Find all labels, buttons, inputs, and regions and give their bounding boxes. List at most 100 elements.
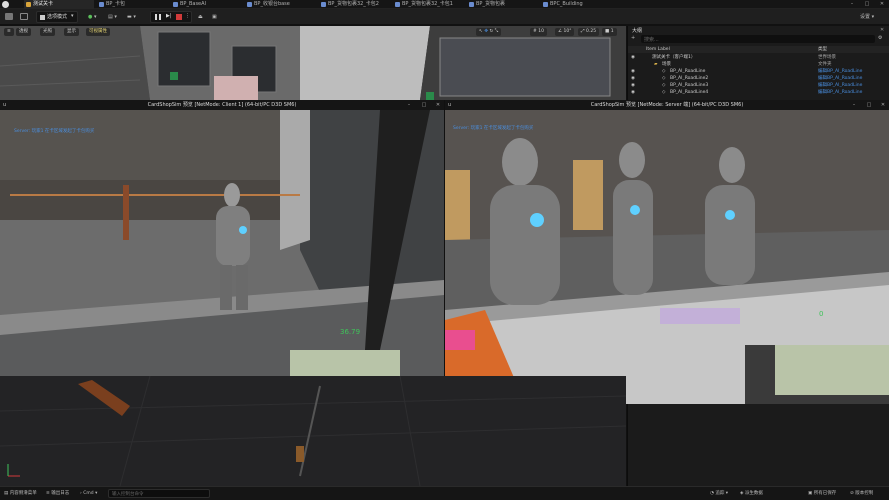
- tab-bpc-building[interactable]: BPC_Building: [541, 0, 613, 9]
- version-control-button[interactable]: ⊘ 版本控制: [850, 490, 873, 498]
- close-panel-icon[interactable]: ✕: [880, 27, 884, 33]
- outliner-row[interactable]: ◉ ◇ BP_AI_RoadLine3 编辑BP_AI_RoadLine: [628, 82, 889, 89]
- pause-icon[interactable]: [155, 14, 161, 20]
- outliner-row[interactable]: ◉ 测试关卡（客户端1） 世界场景: [628, 54, 889, 61]
- actor-icon: ◇: [662, 83, 666, 88]
- server-maximize-button[interactable]: □: [864, 100, 874, 110]
- minimize-button[interactable]: –: [845, 0, 859, 9]
- server-scene-art: [445, 110, 889, 404]
- blueprint-icon: [173, 2, 178, 7]
- blueprint-icon: [543, 2, 548, 7]
- rotate-tool-icon: ↻: [489, 29, 494, 34]
- close-button[interactable]: ✕: [875, 0, 889, 9]
- client-game-view[interactable]: Server: 玩家1 在卡区域发起了卡包购买 36.79: [0, 110, 444, 376]
- client-minimize-button[interactable]: –: [404, 100, 414, 110]
- camera-speed[interactable]: ■ 1: [602, 28, 617, 36]
- outliner-row[interactable]: ◉ ◇ BP_AI_RoadLine2 编辑BP_AI_RoadLine: [628, 75, 889, 82]
- select-mode-icon: [40, 15, 45, 20]
- unreal-logo-icon: [2, 1, 9, 8]
- mode-select[interactable]: 选项模式 ▾: [36, 11, 78, 23]
- visibility-eye-icon[interactable]: ◉: [631, 54, 635, 61]
- settings-gear-icon[interactable]: ⚙: [878, 35, 882, 41]
- blueprint-menu-icon: ▤: [108, 14, 113, 20]
- cmd-select[interactable]: › Cmd ▾: [80, 490, 97, 498]
- level-viewport-scene: [0, 26, 626, 100]
- client-close-button[interactable]: ✕: [433, 100, 443, 110]
- move-tool-icon: ✥: [484, 29, 488, 34]
- server-preview-window[interactable]: u CardShopSim 预览 [NetMode: Server 端] (64…: [445, 100, 889, 404]
- title-bar: 测试关卡 BP_卡包 BP_BaseAI BP_收银台base BP_货物包裹3…: [0, 0, 889, 9]
- visibility-eye-icon[interactable]: ◉: [631, 75, 635, 82]
- cinematics-icon: ▬: [127, 14, 132, 20]
- drawer-icon: ▤: [4, 491, 9, 496]
- tab-bp-cardpack[interactable]: BP_卡包: [97, 0, 169, 9]
- server-minimize-button[interactable]: –: [849, 100, 859, 110]
- visibility-button[interactable]: 可视属性: [86, 28, 110, 36]
- trace-button[interactable]: ◔ 追踪 ▾: [710, 490, 728, 498]
- details-panel: [627, 404, 889, 486]
- blueprint-icon: [321, 2, 326, 7]
- rotation-snap[interactable]: ∠ 10°: [555, 28, 575, 36]
- server-close-button[interactable]: ✕: [878, 100, 888, 110]
- main-toolbar: 选项模式 ▾ ● ▾ ▤ ▾ ▬ ▾ ▶| ⋮ ⏏ ▣ 设置 ▾: [0, 9, 889, 25]
- client-preview-window[interactable]: u CardShopSim 预览 [NetMode: Client 1] (64…: [0, 100, 444, 376]
- tab-level[interactable]: 测试关卡: [24, 0, 94, 9]
- lit-button[interactable]: 光照: [40, 28, 55, 36]
- add-actor-button[interactable]: ● ▾: [88, 12, 96, 22]
- platforms-icon: ▣: [212, 14, 217, 20]
- chevron-down-icon: ▾: [71, 13, 74, 19]
- server-hud-message: Server: 玩家1 在卡区域发起了卡包购买: [453, 126, 534, 131]
- outliner-row[interactable]: ◉ ◇ BP_AI_RoadLine4 编辑BP_AI_RoadLine: [628, 89, 889, 96]
- tab-bp-parcel2[interactable]: BP_货物包裹32_卡包2: [319, 0, 391, 9]
- outliner-row[interactable]: ▰ 场景 文件夹: [628, 61, 889, 68]
- bottom-level-viewport[interactable]: [0, 376, 626, 486]
- show-button[interactable]: 显示: [64, 28, 79, 36]
- client-window-title: u CardShopSim 预览 [NetMode: Client 1] (64…: [0, 100, 444, 110]
- trace-icon: ◔: [710, 491, 714, 496]
- derived-data-button[interactable]: ◈ 派生数据: [740, 490, 763, 498]
- outliner-search-input[interactable]: 搜索...: [641, 35, 875, 43]
- tab-bp-parcel[interactable]: BP_货物包裹: [467, 0, 539, 9]
- ue-small-icon: u: [448, 102, 452, 108]
- perspective-button[interactable]: 透视: [16, 28, 31, 36]
- console-command-input[interactable]: 输入控制台命令: [108, 489, 210, 498]
- cinematics-button[interactable]: ▬ ▾: [127, 12, 136, 22]
- platforms-button[interactable]: ▣: [212, 12, 217, 22]
- grid-snap[interactable]: # 10: [530, 28, 547, 36]
- content-browser-icon[interactable]: [20, 13, 28, 20]
- server-game-view[interactable]: Server: 玩家1 在卡区域发起了卡包购买 0: [445, 110, 889, 404]
- actor-icon: ◇: [662, 69, 666, 74]
- viewport-menu-button[interactable]: ≡: [4, 28, 14, 36]
- level-viewport[interactable]: ≡ 透视 光照 显示 可视属性 ↖ ✥ ↻ ⤡ # 10 ∠ 10° ⤢ 0.2…: [0, 26, 626, 100]
- visibility-eye-icon[interactable]: ◉: [631, 68, 635, 75]
- tab-bp-checkout[interactable]: BP_收银台base: [245, 0, 317, 9]
- settings-button[interactable]: 设置 ▾: [860, 12, 874, 22]
- maximize-button[interactable]: □: [860, 0, 874, 9]
- filter-icon[interactable]: +: [631, 35, 638, 43]
- tab-bp-baseai[interactable]: BP_BaseAI: [171, 0, 243, 9]
- outliner-row[interactable]: ◉ ◇ BP_AI_RoadLine 编辑BP_AI_RoadLine: [628, 68, 889, 75]
- folder-icon: ▰: [654, 62, 658, 67]
- blueprint-icon: [395, 2, 400, 7]
- visibility-eye-icon[interactable]: ◉: [631, 82, 635, 89]
- blueprint-menu-button[interactable]: ▤ ▾: [108, 12, 117, 22]
- save-icon[interactable]: [5, 13, 13, 20]
- visibility-eye-icon[interactable]: ◉: [631, 89, 635, 96]
- output-log-button[interactable]: ≡ 输出日志: [46, 490, 69, 498]
- add-icon: ●: [88, 14, 93, 20]
- outliner-panel: 大纲 ✕ + 搜索... ⚙ Item Label 类型 ◉ 测试关卡（客户端1…: [627, 26, 889, 102]
- eject-icon: ⏏: [198, 14, 203, 20]
- scale-snap[interactable]: ⤢ 0.25: [578, 28, 600, 36]
- tab-bp-parcel1[interactable]: BP_货物包裹32_卡包1: [393, 0, 465, 9]
- save-status[interactable]: ▣ 所有已保存: [808, 490, 836, 498]
- transform-tools[interactable]: ↖ ✥ ↻ ⤡: [476, 28, 502, 36]
- stop-icon[interactable]: [176, 14, 182, 20]
- save-status-icon: ▣: [808, 491, 813, 496]
- content-drawer-button[interactable]: ▤ 内容侧滑菜单: [4, 490, 37, 498]
- more-icon[interactable]: ⋮: [185, 13, 190, 19]
- level-icon: [26, 2, 31, 7]
- client-maximize-button[interactable]: □: [419, 100, 429, 110]
- step-icon[interactable]: ▶|: [166, 13, 172, 19]
- server-window-title: u CardShopSim 预览 [NetMode: Server 端] (64…: [445, 100, 889, 110]
- eject-button[interactable]: ⏏: [198, 12, 203, 22]
